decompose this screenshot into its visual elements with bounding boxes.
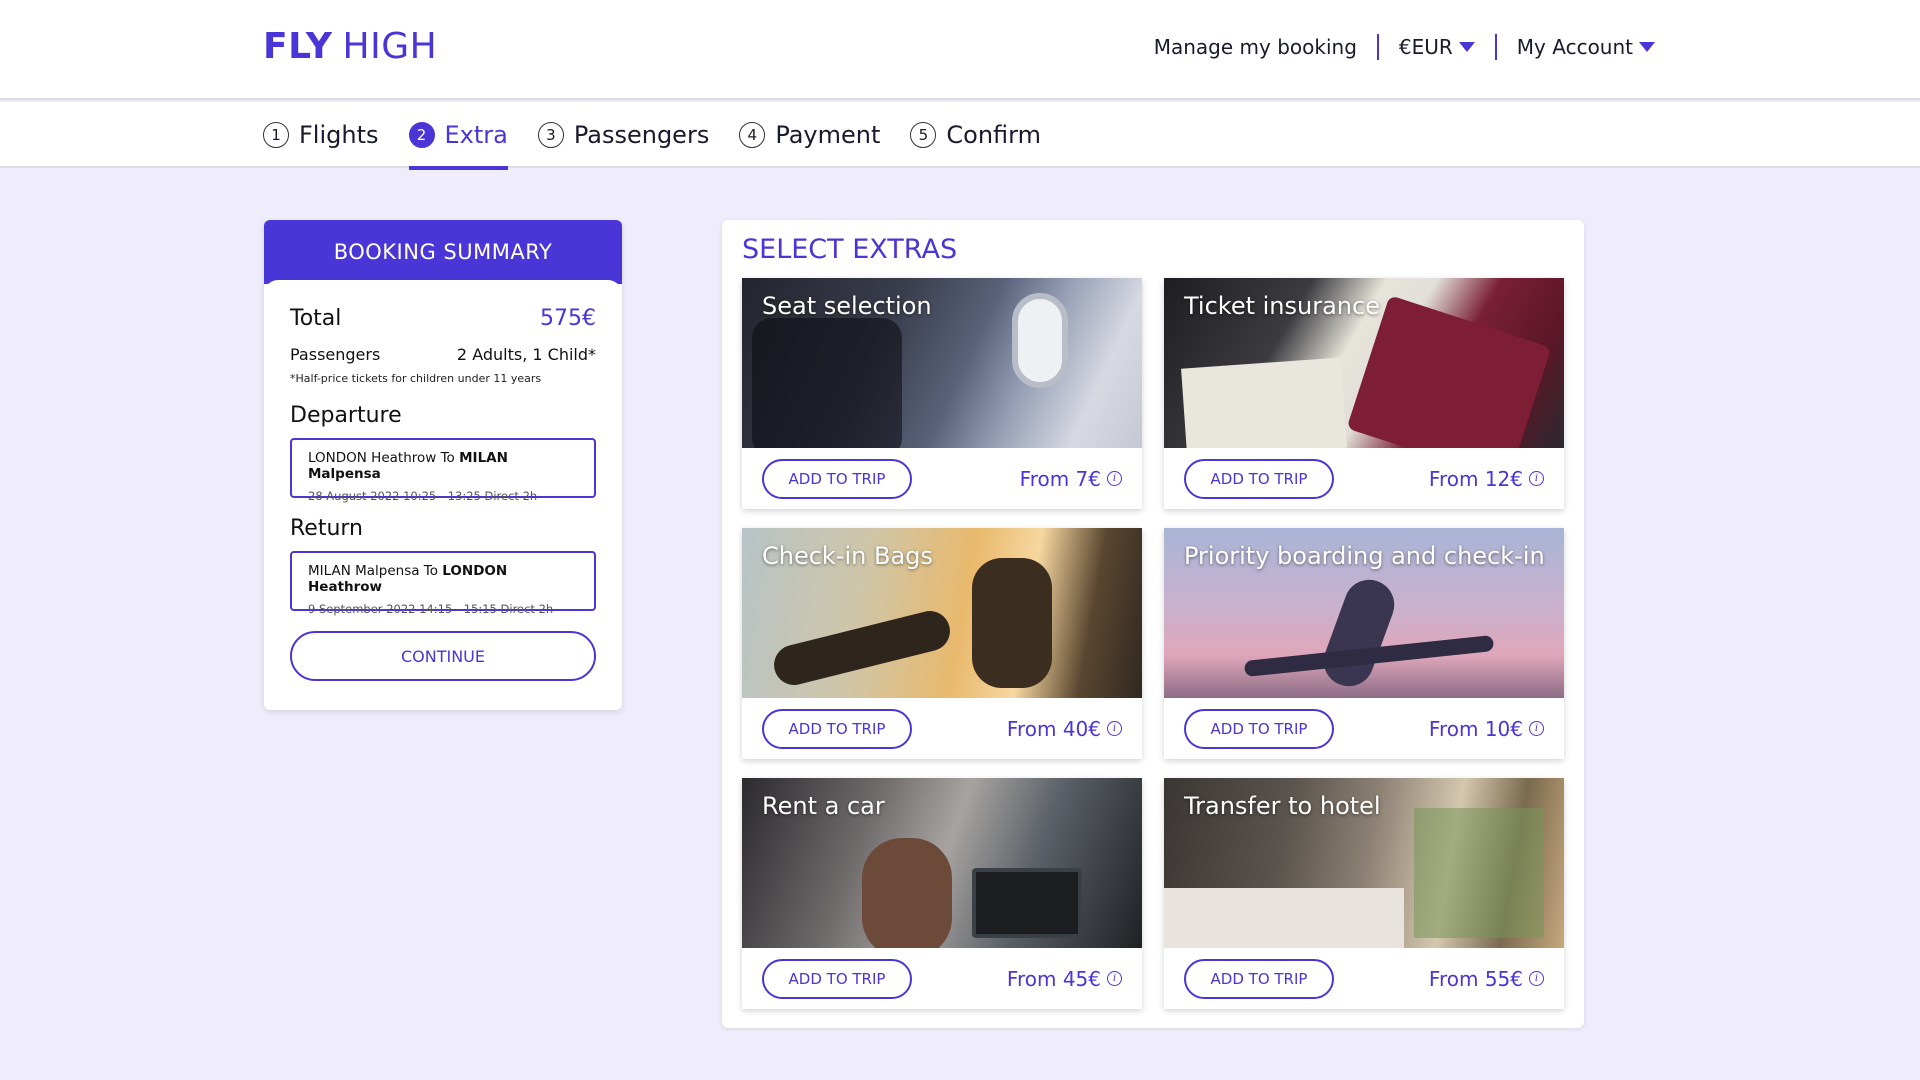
my-account-dropdown[interactable]: My Account xyxy=(1517,35,1655,59)
extra-price: From 10€ i xyxy=(1429,717,1544,741)
passengers-row: Passengers 2 Adults, 1 Child* xyxy=(290,345,596,364)
priority-boarding-image: Priority boarding and check-in xyxy=(1164,528,1564,698)
extra-title: Priority boarding and check-in xyxy=(1184,542,1545,570)
price-label: From 45€ xyxy=(1006,966,1101,991)
departure-route: LONDON Heathrow To MILAN Malpensa xyxy=(308,450,578,482)
booking-summary-card: BOOKING SUMMARY Total 575€ Passengers 2 … xyxy=(264,220,622,710)
chevron-down-icon xyxy=(1458,42,1475,52)
brand-logo[interactable]: FLY HIGH xyxy=(263,26,437,67)
add-to-trip-button[interactable]: ADD TO TRIP xyxy=(762,708,912,749)
extra-price: From 12€ i xyxy=(1429,467,1544,491)
total-row: Total 575€ xyxy=(290,306,596,331)
info-icon[interactable]: i xyxy=(1107,721,1122,736)
chevron-down-icon xyxy=(1639,42,1655,52)
price-label: From 12€ xyxy=(1428,466,1523,491)
logo-high: HIGH xyxy=(342,26,438,67)
rent-a-car-image: Rent a car xyxy=(742,778,1142,948)
step-number: 1 xyxy=(263,122,289,148)
return-title: Return xyxy=(290,516,364,541)
manage-booking-link[interactable]: Manage my booking xyxy=(1154,35,1357,59)
booking-steps: 1 Flights 2 Extra 3 Passengers 4 Payment… xyxy=(0,102,1920,170)
step-extra[interactable]: 2 Extra xyxy=(408,102,509,170)
my-account-label: My Account xyxy=(1516,35,1633,59)
departure-from: LONDON Heathrow To xyxy=(308,450,460,466)
nav-divider xyxy=(1376,34,1379,60)
info-icon[interactable]: i xyxy=(1529,971,1544,986)
child-price-note: *Half-price tickets for children under 1… xyxy=(290,372,542,385)
departure-flight[interactable]: LONDON Heathrow To MILAN Malpensa 28 Aug… xyxy=(290,438,596,503)
extra-title: Rent a car xyxy=(762,792,885,820)
extra-card-transfer-to-hotel: Transfer to hotel ADD TO TRIP From 55€ i xyxy=(1164,778,1564,1009)
manage-booking-label: Manage my booking xyxy=(1153,35,1357,59)
info-icon[interactable]: i xyxy=(1107,971,1122,986)
price-label: From 10€ xyxy=(1428,716,1523,741)
add-to-trip-button[interactable]: ADD TO TRIP xyxy=(1184,458,1334,499)
ticket-insurance-image: Ticket insurance xyxy=(1164,278,1564,448)
extra-title: Check-in Bags xyxy=(762,542,933,570)
currency-dropdown[interactable]: €EUR xyxy=(1399,35,1475,59)
extra-price: From 55€ i xyxy=(1429,967,1544,991)
price-label: From 7€ xyxy=(1019,466,1101,491)
info-icon[interactable]: i xyxy=(1107,471,1122,486)
step-number: 4 xyxy=(739,122,766,148)
step-passengers[interactable]: 3 Passengers xyxy=(537,102,710,168)
step-payment[interactable]: 4 Payment xyxy=(739,102,880,168)
departure-meta: 28 August 2022 10:25 - 13:25 Direct 2h xyxy=(308,489,538,503)
currency-label: €EUR xyxy=(1398,35,1453,59)
check-in-bags-image: Check-in Bags xyxy=(742,528,1142,698)
step-label: Payment xyxy=(775,121,881,149)
return-flight[interactable]: MILAN Malpensa To LONDON Heathrow 9 Sept… xyxy=(290,551,596,616)
passengers-value: 2 Adults, 1 Child* xyxy=(456,345,596,364)
return-route: MILAN Malpensa To LONDON Heathrow xyxy=(308,563,578,595)
extra-price: From 45€ i xyxy=(1007,967,1122,991)
departure-title: Departure xyxy=(290,403,402,428)
step-number: 2 xyxy=(408,122,435,148)
extra-card-rent-a-car: Rent a car ADD TO TRIP From 45€ i xyxy=(742,778,1142,1009)
booking-summary-title: BOOKING SUMMARY xyxy=(264,220,622,284)
step-label: Passengers xyxy=(573,121,710,149)
return-from: MILAN Malpensa To xyxy=(308,563,443,579)
info-icon[interactable]: i xyxy=(1529,471,1544,486)
add-to-trip-button[interactable]: ADD TO TRIP xyxy=(762,958,912,999)
step-confirm[interactable]: 5 Confirm xyxy=(910,102,1041,168)
return-meta: 9 September 2022 14:15 - 15:15 Direct 2h xyxy=(308,602,554,616)
extra-title: Ticket insurance xyxy=(1184,292,1380,320)
extra-card-check-in-bags: Check-in Bags ADD TO TRIP From 40€ i xyxy=(742,528,1142,759)
extra-card-seat-selection: Seat selection ADD TO TRIP From 7€ i xyxy=(742,278,1142,509)
passengers-label: Passengers xyxy=(290,345,381,364)
transfer-to-hotel-image: Transfer to hotel xyxy=(1164,778,1564,948)
continue-button[interactable]: CONTINUE xyxy=(290,631,596,681)
extra-price: From 7€ i xyxy=(1020,467,1122,491)
top-nav: Manage my booking €EUR My Account xyxy=(1154,34,1655,60)
step-flights[interactable]: 1 Flights xyxy=(263,102,379,168)
top-header: FLY HIGH Manage my booking €EUR My Accoun… xyxy=(0,0,1920,100)
select-extras-panel: SELECT EXTRAS Seat selection ADD TO TRIP… xyxy=(722,220,1584,1028)
step-number: 5 xyxy=(910,122,937,148)
total-value: 575€ xyxy=(540,306,596,331)
step-number: 3 xyxy=(537,122,564,148)
total-label: Total xyxy=(290,306,342,331)
select-extras-title: SELECT EXTRAS xyxy=(742,234,958,265)
add-to-trip-button[interactable]: ADD TO TRIP xyxy=(1184,708,1334,749)
price-label: From 40€ xyxy=(1006,716,1101,741)
price-label: From 55€ xyxy=(1428,966,1523,991)
extra-card-priority-boarding: Priority boarding and check-in ADD TO TR… xyxy=(1164,528,1564,759)
nav-divider xyxy=(1494,34,1497,60)
extra-title: Seat selection xyxy=(762,292,932,320)
add-to-trip-button[interactable]: ADD TO TRIP xyxy=(1184,958,1334,999)
extra-price: From 40€ i xyxy=(1007,717,1122,741)
step-label: Confirm xyxy=(946,121,1041,149)
seat-selection-image: Seat selection xyxy=(742,278,1142,448)
extra-card-ticket-insurance: Ticket insurance ADD TO TRIP From 12€ i xyxy=(1164,278,1564,509)
extra-title: Transfer to hotel xyxy=(1184,792,1381,820)
step-label: Extra xyxy=(444,121,508,149)
add-to-trip-button[interactable]: ADD TO TRIP xyxy=(762,458,912,499)
step-label: Flights xyxy=(299,121,379,149)
logo-fly: FLY xyxy=(263,26,333,67)
info-icon[interactable]: i xyxy=(1529,721,1544,736)
